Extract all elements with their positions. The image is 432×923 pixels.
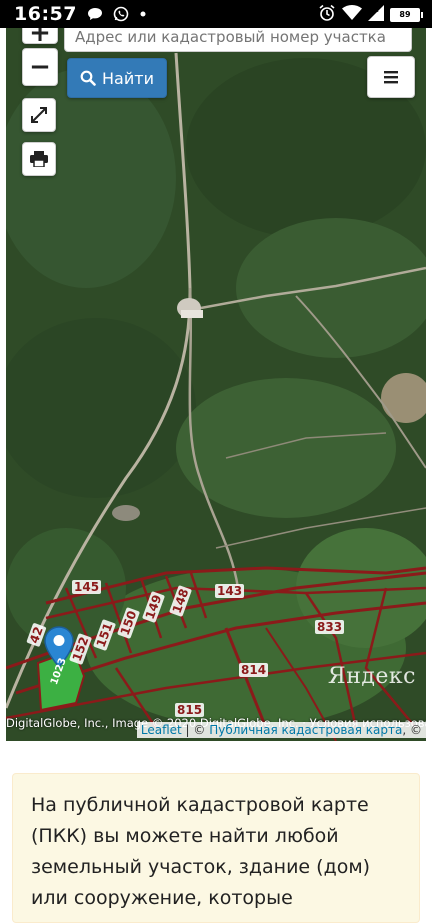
- search-icon: [80, 70, 96, 86]
- pkk-link[interactable]: Публичная кадастровая карта: [209, 723, 402, 737]
- wifi-icon: [342, 5, 362, 25]
- chat-bubble-icon: [87, 7, 103, 21]
- parcel-label[interactable]: 145: [72, 580, 102, 594]
- parcel-label[interactable]: 143: [215, 584, 245, 598]
- attribution-tail: , ©: [402, 723, 422, 737]
- leaflet-link[interactable]: Leaflet: [141, 723, 182, 737]
- expand-icon: [31, 107, 47, 123]
- zoom-in-button[interactable]: +: [22, 28, 58, 46]
- alarm-icon: [318, 4, 336, 26]
- status-right: E 89: [318, 4, 423, 26]
- printer-icon: [30, 151, 48, 167]
- find-button[interactable]: Найти: [67, 58, 167, 98]
- notification-dot-icon: [139, 10, 147, 18]
- info-text: На публичной кадастровой карте (ПКК) вы …: [31, 794, 371, 909]
- search-input[interactable]: [64, 28, 412, 52]
- signal-icon: E: [368, 5, 384, 25]
- yandex-logo: Яндекс: [327, 664, 416, 689]
- hamburger-icon: [384, 71, 398, 84]
- location-marker[interactable]: 1023: [44, 626, 74, 686]
- zoom-out-button[interactable]: −: [22, 48, 58, 86]
- print-button[interactable]: [22, 142, 56, 176]
- parcel-label[interactable]: 833: [315, 620, 345, 634]
- find-button-label: Найти: [102, 68, 154, 88]
- battery-icon: 89: [390, 8, 423, 22]
- parcel-label[interactable]: 814: [239, 663, 269, 677]
- menu-button[interactable]: [367, 56, 415, 98]
- status-time: 16:57: [14, 3, 77, 25]
- fullscreen-button[interactable]: [22, 98, 56, 132]
- status-bar: 16:57 E 89: [0, 0, 432, 28]
- map-attribution: Leaflet | © Публичная кадастровая карта,…: [136, 722, 426, 738]
- whatsapp-icon: [113, 6, 129, 22]
- satellite-map[interactable]: 145 143 42 151 150 149 148 152 833 814 8…: [6, 28, 426, 741]
- info-card: На публичной кадастровой карте (ПКК) вы …: [12, 773, 420, 923]
- attribution-separator: | ©: [181, 723, 210, 737]
- svg-text:E: E: [375, 7, 379, 14]
- parcel-label[interactable]: 815: [175, 703, 205, 717]
